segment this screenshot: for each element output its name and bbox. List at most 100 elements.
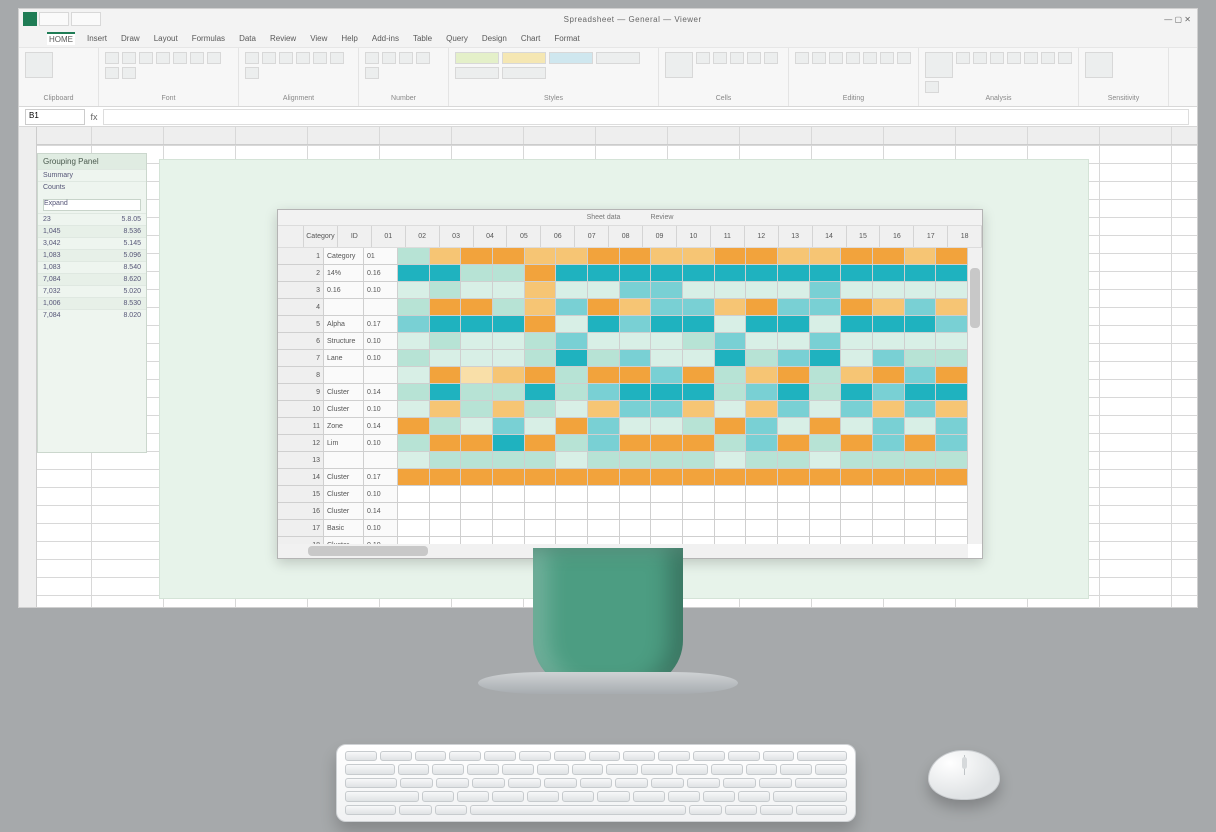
heatmap-cell[interactable] [493,333,525,350]
heatmap-cell[interactable] [651,537,683,544]
cell[interactable]: Cluster [324,537,364,544]
heatmap-cell[interactable] [683,299,715,316]
embedded-col-header[interactable]: 03 [440,226,474,247]
ribbon-button[interactable] [973,52,987,64]
heatmap-cell[interactable] [588,350,620,367]
embedded-row-header[interactable]: 5 [278,316,324,333]
ribbon-button[interactable] [747,52,761,64]
heatmap-cell[interactable] [715,401,747,418]
embedded-row-header[interactable]: 3 [278,282,324,299]
heatmap-cell[interactable] [746,367,778,384]
ribbon-button[interactable] [245,52,259,64]
heatmap-cell[interactable] [525,486,557,503]
heatmap-cell[interactable] [430,401,462,418]
cell[interactable]: 0.10 [364,350,398,367]
heatmap-cell[interactable] [873,299,905,316]
embedded-row-header[interactable]: 10 [278,401,324,418]
heatmap-cell[interactable] [778,316,810,333]
heatmap-cell[interactable] [841,265,873,282]
heatmap-cell[interactable] [810,333,842,350]
ribbon-button[interactable] [696,52,710,64]
heatmap-cell[interactable] [556,299,588,316]
heatmap-cell[interactable] [588,537,620,544]
heatmap-cell[interactable] [936,350,968,367]
ribbon-button[interactable] [313,52,327,64]
corner-cell[interactable] [278,226,304,247]
embedded-col-header[interactable]: 08 [609,226,643,247]
heatmap-cell[interactable] [461,350,493,367]
ribbon-button[interactable] [122,52,136,64]
heatmap-cell[interactable] [398,265,430,282]
heatmap-cell[interactable] [715,248,747,265]
side-panel-row[interactable]: 1,0835.096 [38,249,146,261]
heatmap-cell[interactable] [683,503,715,520]
heatmap-cell[interactable] [461,299,493,316]
heatmap-cell[interactable] [936,418,968,435]
heatmap-cell[interactable] [620,486,652,503]
ribbon-button[interactable] [382,52,396,64]
heatmap-cell[interactable] [810,384,842,401]
cell[interactable] [364,299,398,316]
cell[interactable] [324,299,364,316]
menu-item[interactable]: Add-ins [370,33,401,44]
heatmap-cell[interactable] [746,333,778,350]
heatmap-cell[interactable] [778,520,810,537]
heatmap-cell[interactable] [493,401,525,418]
heatmap-cell[interactable] [683,452,715,469]
ribbon-button[interactable] [713,52,727,64]
heatmap-cell[interactable] [493,384,525,401]
heatmap-cell[interactable] [430,452,462,469]
heatmap-cell[interactable] [493,435,525,452]
heatmap-cell[interactable] [620,282,652,299]
heatmap-cell[interactable] [398,316,430,333]
heatmap-cell[interactable] [683,486,715,503]
heatmap-cell[interactable] [651,350,683,367]
heatmap-cell[interactable] [841,503,873,520]
heatmap-cell[interactable] [525,282,557,299]
heatmap-cell[interactable] [461,316,493,333]
heatmap-cell[interactable] [841,452,873,469]
embedded-tab[interactable]: Sheet data [587,214,621,221]
heatmap-cell[interactable] [778,248,810,265]
heatmap-cell[interactable] [715,316,747,333]
heatmap-cell[interactable] [905,486,937,503]
ribbon-button[interactable] [795,52,809,64]
heatmap-cell[interactable] [461,452,493,469]
heatmap-cell[interactable] [588,248,620,265]
heatmap-cell[interactable] [620,248,652,265]
heatmap-cell[interactable] [715,469,747,486]
heatmap-cell[interactable] [841,248,873,265]
heatmap-cell[interactable] [810,418,842,435]
heatmap-cell[interactable] [620,299,652,316]
heatmap-cell[interactable] [778,282,810,299]
ribbon-button[interactable] [880,52,894,64]
embedded-col-header[interactable]: 02 [406,226,440,247]
cell[interactable]: 0.14 [364,384,398,401]
heatmap-cell[interactable] [841,469,873,486]
ribbon-button[interactable] [139,52,153,64]
cell[interactable]: Structure [324,333,364,350]
heatmap-cell[interactable] [525,333,557,350]
menu-item[interactable]: Query [444,33,470,44]
heatmap-cell[interactable] [683,418,715,435]
cell[interactable]: 0.10 [364,520,398,537]
embedded-tab[interactable]: Review [650,214,673,221]
heatmap-cell[interactable] [620,435,652,452]
heatmap-cell[interactable] [430,367,462,384]
heatmap-cell[interactable] [588,384,620,401]
heatmap-cell[interactable] [430,265,462,282]
heatmap-cell[interactable] [936,503,968,520]
heatmap-cell[interactable] [493,452,525,469]
heatmap-cell[interactable] [683,248,715,265]
heatmap-cell[interactable] [651,282,683,299]
embedded-col-header[interactable]: Category [304,226,338,247]
heatmap-cell[interactable] [651,520,683,537]
heatmap-cell[interactable] [430,350,462,367]
heatmap-cell[interactable] [778,486,810,503]
ribbon-button[interactable] [764,52,778,64]
embedded-row-header[interactable]: 9 [278,384,324,401]
heatmap-cell[interactable] [620,316,652,333]
heatmap-cell[interactable] [905,248,937,265]
menu-item[interactable]: Review [268,33,298,44]
heatmap-cell[interactable] [398,469,430,486]
